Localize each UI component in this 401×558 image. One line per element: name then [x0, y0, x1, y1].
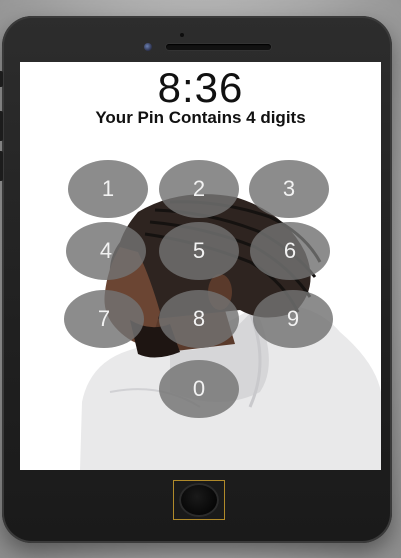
keypad-key-3[interactable]: 3 — [249, 160, 329, 218]
side-button-silent[interactable] — [0, 71, 3, 87]
clock-time: 8:36 — [157, 64, 244, 111]
keypad-key-1[interactable]: 1 — [68, 160, 148, 218]
keypad-key-4[interactable]: 4 — [66, 222, 146, 280]
home-button[interactable] — [173, 480, 225, 520]
home-button-inner — [179, 483, 219, 517]
keypad-key-0[interactable]: 0 — [159, 360, 239, 418]
keypad-key-7[interactable]: 7 — [64, 290, 144, 348]
proximity-sensor — [180, 33, 184, 37]
camera-icon — [144, 43, 152, 51]
speaker-grille — [166, 44, 271, 50]
keypad-key-9[interactable]: 9 — [253, 290, 333, 348]
keypad-key-6[interactable]: 6 — [250, 222, 330, 280]
keypad-key-8[interactable]: 8 — [159, 290, 239, 348]
pin-hint-text: Your Pin Contains 4 digits — [95, 108, 306, 127]
keypad-key-2[interactable]: 2 — [159, 160, 239, 218]
lock-screen: 8:36 Your Pin Contains 4 digits 1 2 3 4 … — [20, 62, 381, 470]
side-button-volume-up[interactable] — [0, 111, 3, 141]
side-button-volume-down[interactable] — [0, 151, 3, 181]
keypad-key-5[interactable]: 5 — [159, 222, 239, 280]
